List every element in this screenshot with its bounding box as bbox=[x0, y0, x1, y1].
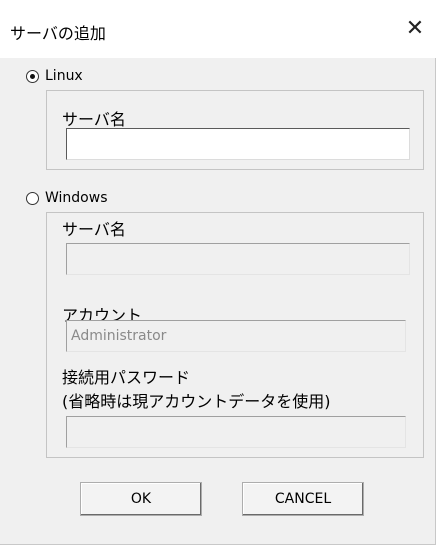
close-button[interactable]: ✕ bbox=[398, 12, 432, 46]
password-label: 接続用パスワード bbox=[62, 368, 191, 387]
windows-radio-label: Windows bbox=[45, 190, 108, 206]
password-note: (省略時は現アカウントデータを使用) bbox=[62, 392, 331, 411]
linux-option[interactable]: Linux bbox=[26, 68, 83, 84]
linux-server-name-input[interactable] bbox=[66, 128, 410, 160]
windows-option[interactable]: Windows bbox=[26, 190, 108, 206]
close-icon: ✕ bbox=[405, 16, 425, 41]
account-input[interactable] bbox=[66, 320, 406, 352]
cancel-button[interactable]: CANCEL bbox=[242, 482, 364, 516]
ok-button[interactable]: OK bbox=[80, 482, 202, 516]
password-input[interactable] bbox=[66, 416, 406, 448]
linux-radio-label: Linux bbox=[45, 68, 83, 84]
windows-server-name-input[interactable] bbox=[66, 243, 410, 275]
windows-server-name-label: サーバ名 bbox=[62, 220, 126, 239]
linux-server-name-label: サーバ名 bbox=[62, 110, 126, 129]
dialog-title: サーバの追加 bbox=[10, 24, 106, 43]
linux-radio[interactable] bbox=[26, 69, 39, 83]
add-server-dialog: サーバの追加 ✕ Linux サーバ名 Windows サーバ名 アカウント 接… bbox=[0, 0, 436, 545]
title-bar: サーバの追加 ✕ bbox=[0, 0, 436, 58]
windows-radio[interactable] bbox=[26, 191, 39, 205]
